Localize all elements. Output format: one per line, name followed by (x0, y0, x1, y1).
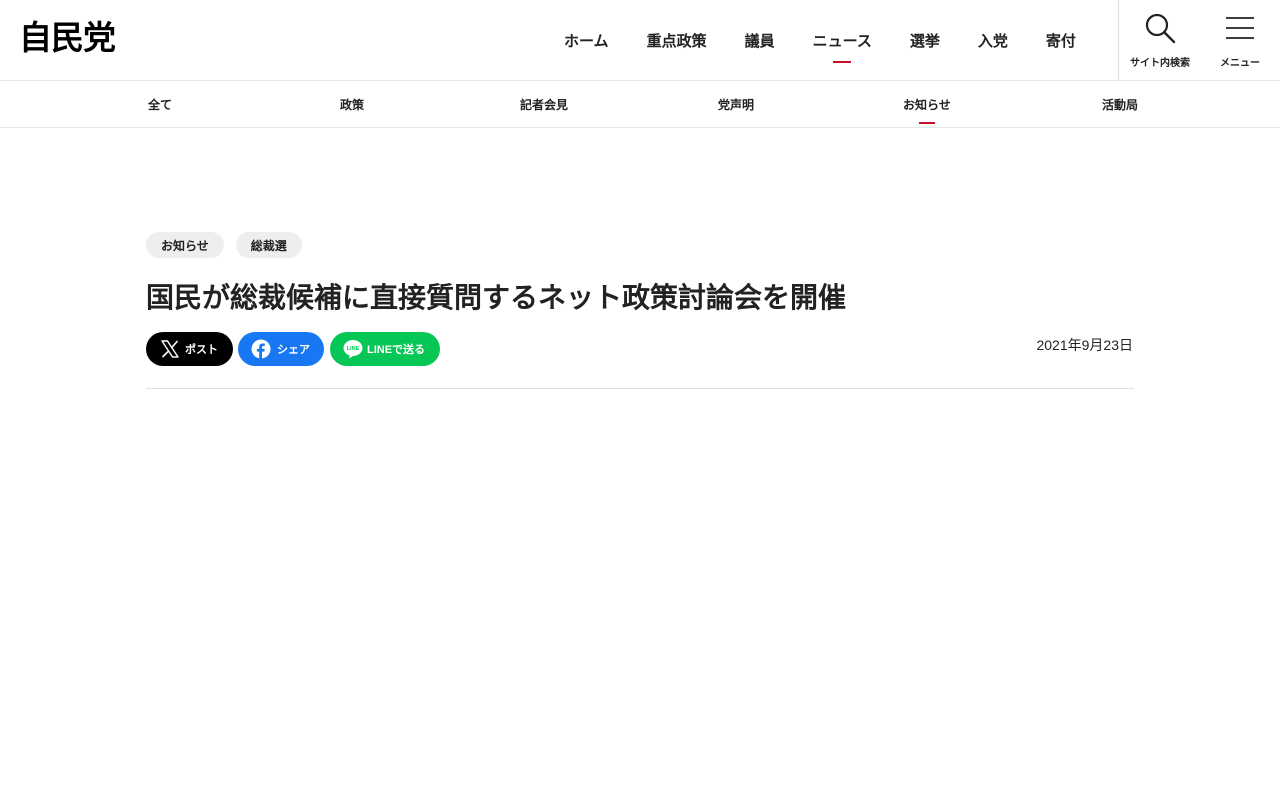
header-divider (1118, 0, 1119, 80)
post-date: 2021年9月23日 (1036, 337, 1133, 353)
hamburger-icon (1226, 17, 1254, 39)
tag-presidential-election[interactable]: 総裁選 (235, 232, 302, 258)
share-facebook-button[interactable]: シェア (238, 332, 324, 366)
share-facebook-label: シェア (277, 344, 310, 356)
share-buttons: ポスト シェア LINE LINEで送る (146, 332, 440, 366)
article-tags: お知らせ 総裁選 (146, 232, 302, 258)
x-logo-icon (161, 340, 179, 358)
share-x-label: ポスト (185, 344, 218, 356)
search-icon (1145, 13, 1176, 44)
line-icon: LINE (343, 339, 363, 359)
article-divider (146, 388, 1134, 389)
menu-label: メニュー (1220, 58, 1260, 69)
tag-notices[interactable]: お知らせ (146, 232, 224, 258)
nav-item-policies[interactable]: 重点政策 (628, 0, 726, 80)
menu-button[interactable]: メニュー (1200, 0, 1280, 80)
site-search-button[interactable]: サイト内検索 (1120, 0, 1200, 80)
nav-item-members[interactable]: 議員 (726, 0, 794, 80)
main-nav: ホーム 重点政策 議員 ニュース 選挙 入党 寄付 (545, 0, 1095, 80)
facebook-icon (251, 339, 271, 359)
subnav-item-all[interactable]: 全て (148, 81, 172, 127)
site-search-label: サイト内検索 (1130, 58, 1190, 69)
subnav-item-notices[interactable]: お知らせ (903, 81, 951, 127)
share-line-button[interactable]: LINE LINEで送る (330, 332, 440, 366)
subnav-item-party-statement[interactable]: 党声明 (718, 81, 754, 127)
subnav-item-press-conference[interactable]: 記者会見 (520, 81, 568, 127)
share-line-label: LINEで送る (367, 344, 426, 356)
site-header: 自民党 ホーム 重点政策 議員 ニュース 選挙 入党 寄付 サイト内検索 メニュ… (0, 0, 1280, 81)
subnav-item-activity-bureau[interactable]: 活動局 (1102, 81, 1138, 127)
site-logo[interactable]: 自民党 (19, 20, 116, 56)
nav-item-join[interactable]: 入党 (959, 0, 1027, 80)
subnav-item-policy[interactable]: 政策 (340, 81, 364, 127)
line-icon-text: LINE (347, 346, 360, 352)
article-title: 国民が総裁候補に直接質問するネット政策討論会を開催 (146, 282, 847, 313)
nav-item-elections[interactable]: 選挙 (891, 0, 959, 80)
share-x-button[interactable]: ポスト (146, 332, 233, 366)
news-category-nav: 全て 政策 記者会見 党声明 お知らせ 活動局 (0, 81, 1280, 128)
nav-item-home[interactable]: ホーム (545, 0, 628, 80)
nav-item-news[interactable]: ニュース (794, 0, 891, 80)
nav-item-donate[interactable]: 寄付 (1027, 0, 1095, 80)
